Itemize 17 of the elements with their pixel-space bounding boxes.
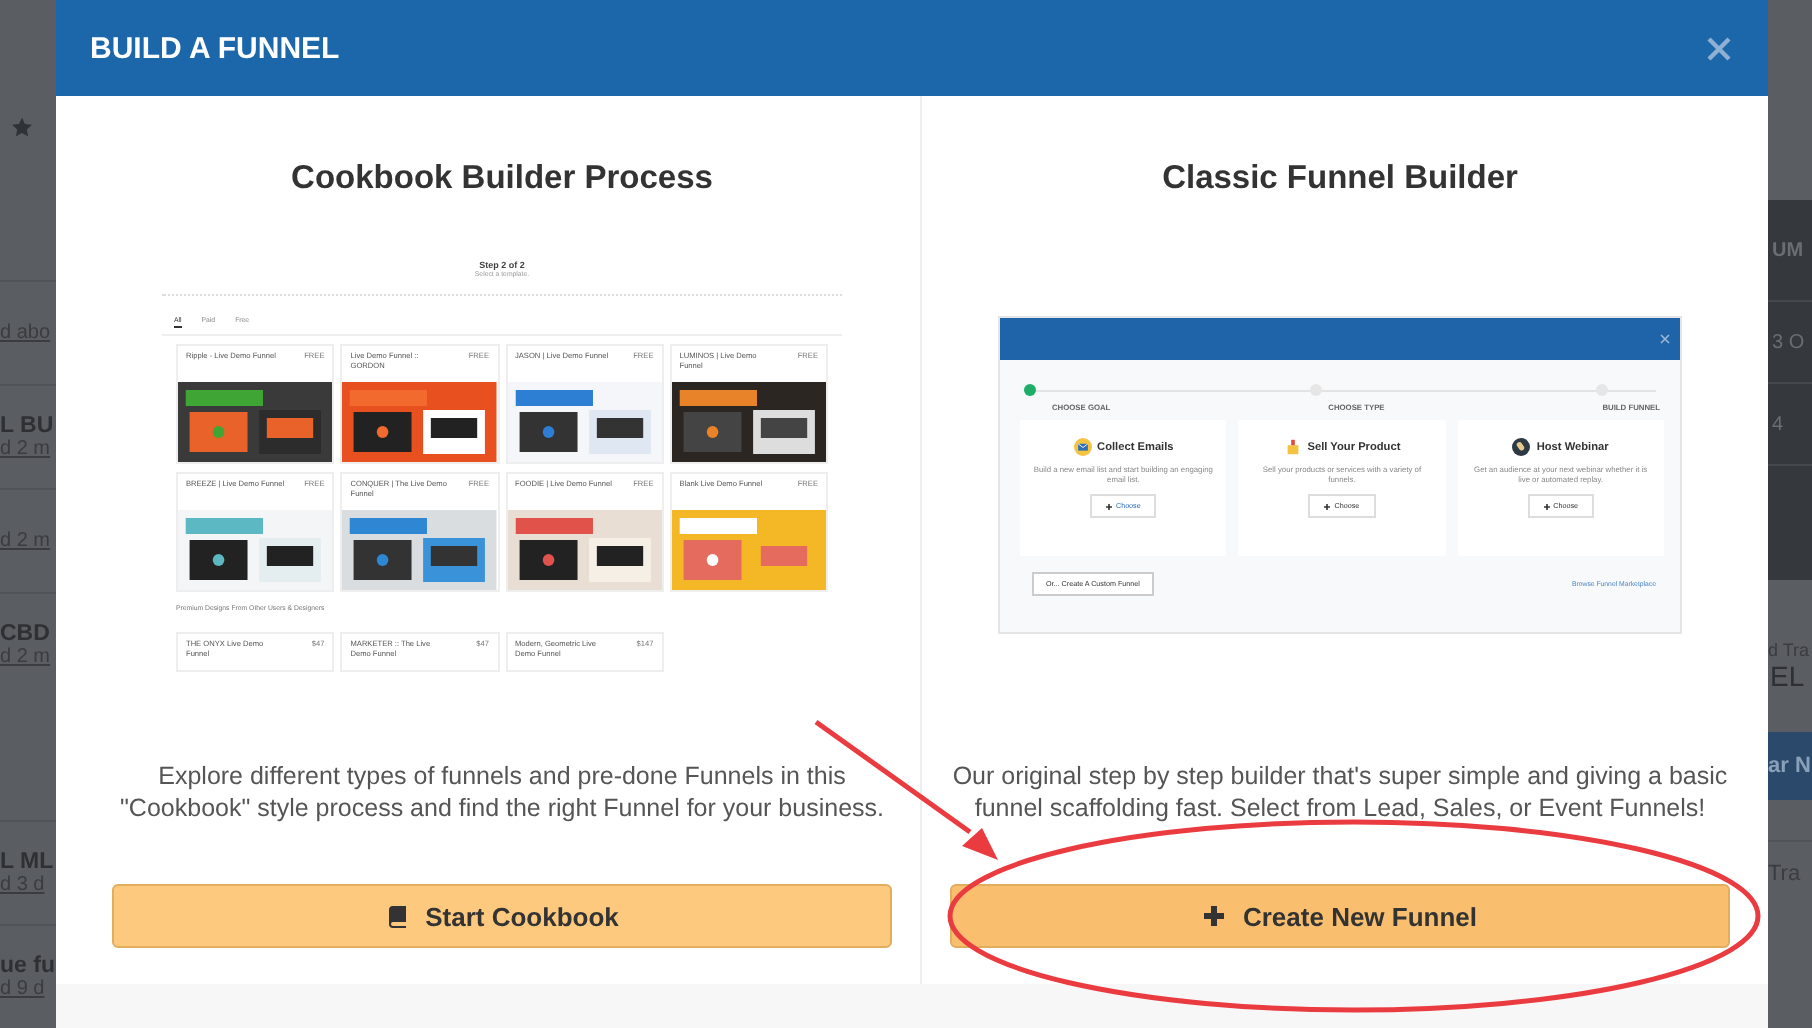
close-icon	[1660, 334, 1670, 344]
option-heading: Classic Funnel Builder	[1162, 160, 1518, 200]
modal-title: BUILD A FUNNEL	[90, 31, 340, 65]
envelope-icon	[1073, 438, 1092, 456]
star-icon[interactable]	[8, 116, 36, 140]
plus-icon	[1324, 503, 1331, 509]
plus-icon	[1543, 503, 1550, 509]
option-description: Our original step by step builder that's super simple and giving a basic funnel scaffolding fast. Select from Lead, Sales, or Event Funnels!	[950, 760, 1730, 824]
create-funnel-button[interactable]: Create New Funnel	[950, 884, 1730, 948]
close-icon[interactable]	[1706, 35, 1732, 61]
book-icon	[385, 904, 410, 928]
start-cookbook-button[interactable]: Start Cookbook	[112, 884, 892, 948]
plus-icon	[1105, 503, 1112, 509]
option-description: Explore different types of funnels and pre-done Funnels in this "Cookbook" style process and find the right Funnel for your business.	[118, 760, 886, 824]
option-heading: Cookbook Builder Process	[291, 160, 713, 200]
microphone-icon	[1512, 438, 1531, 456]
plus-icon	[1202, 904, 1227, 928]
